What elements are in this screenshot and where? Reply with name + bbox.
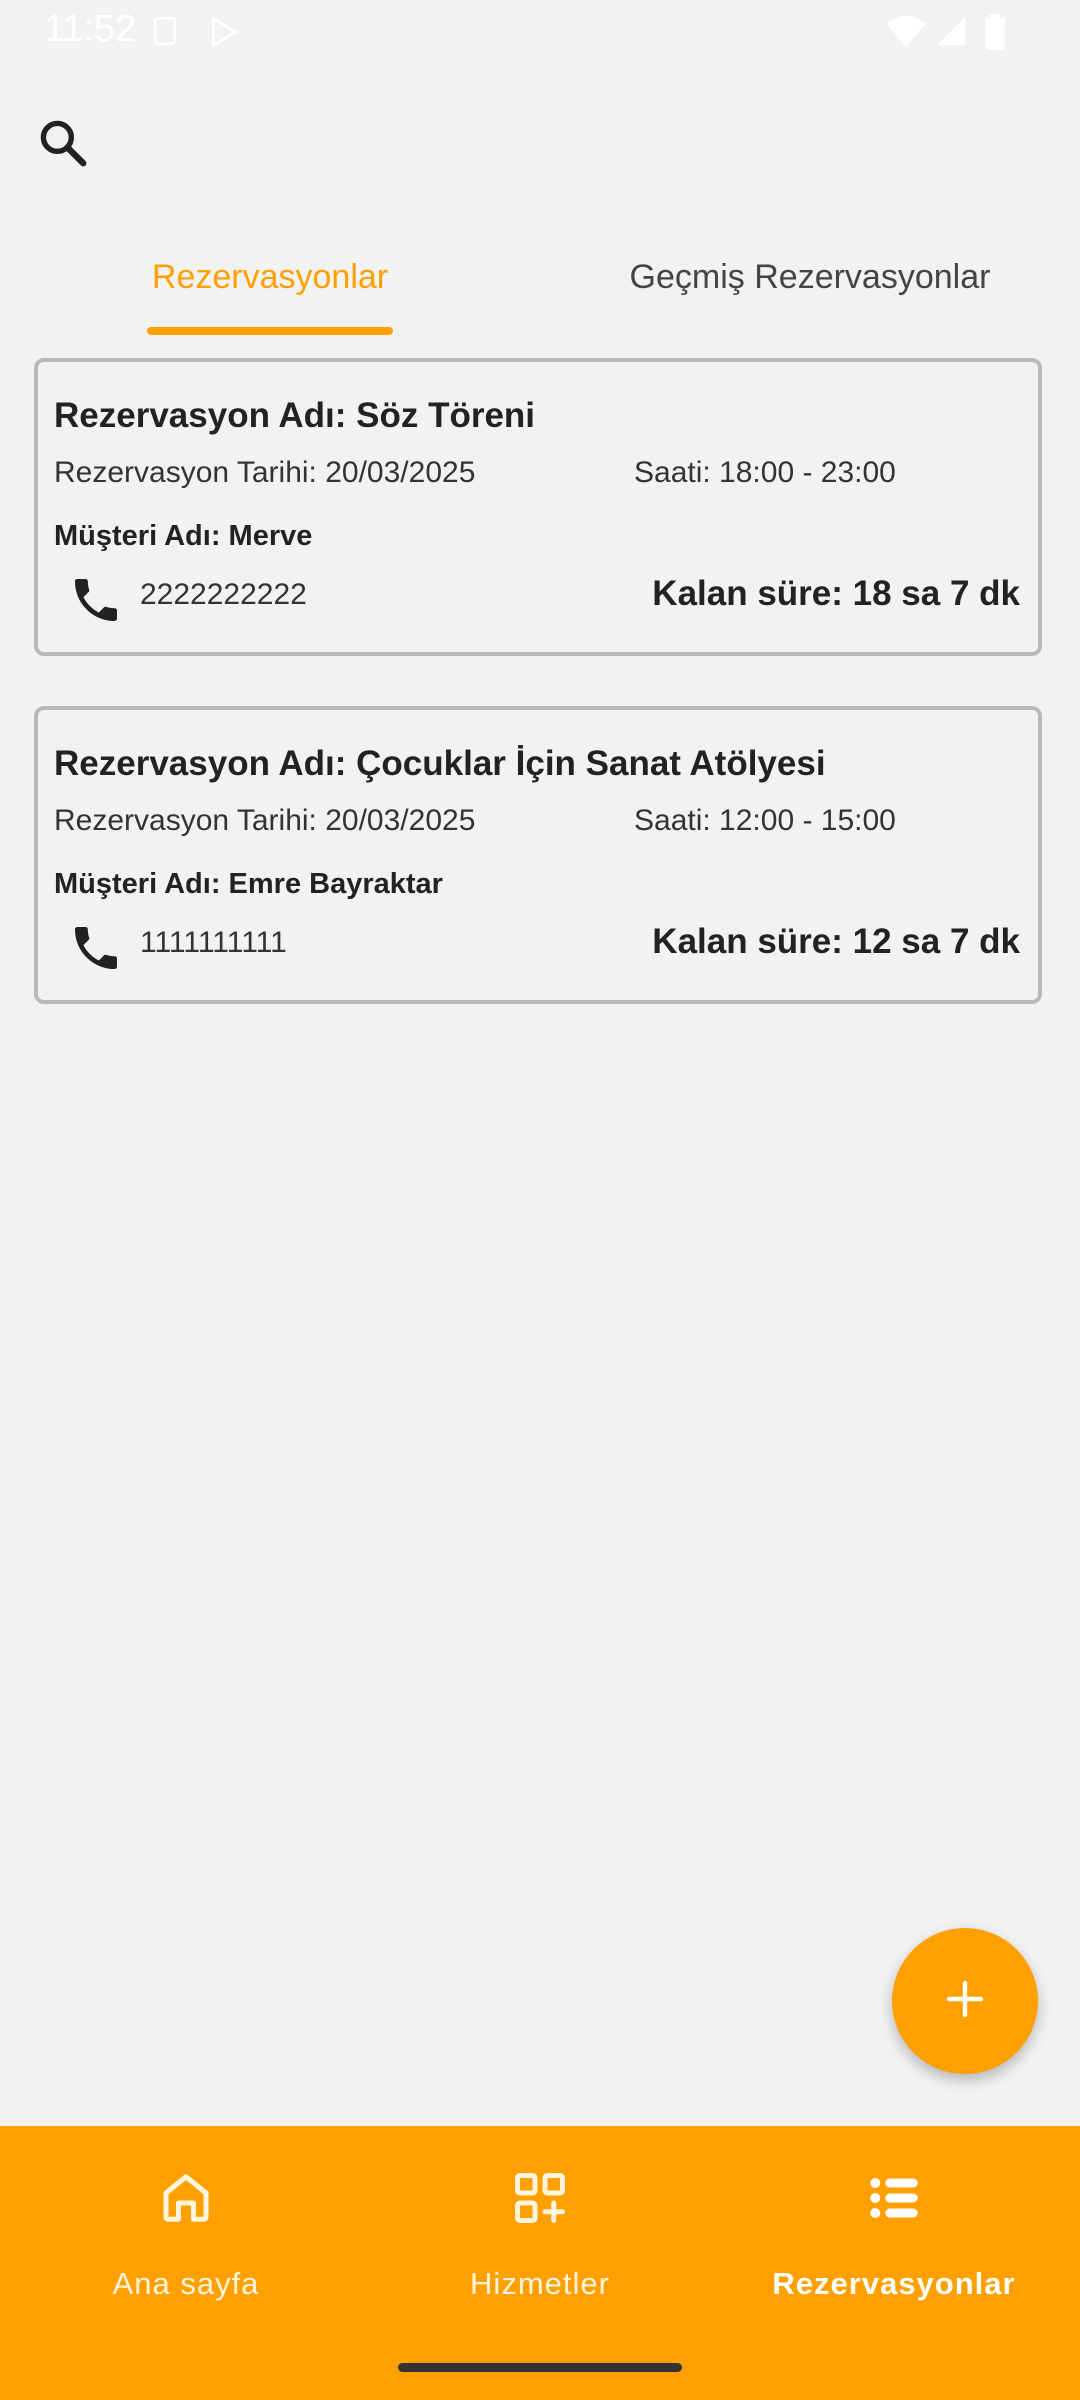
customer-phone[interactable]: 2222222222 [140,578,307,612]
customer-name: Müşteri Adı: Emre Bayraktar [54,868,443,900]
services-grid-icon [510,2168,570,2228]
status-time: 11:52 [44,8,137,50]
screenshot-icon [148,14,182,53]
add-reservation-button[interactable] [892,1928,1038,2074]
nav-item-rezervasyonlar[interactable]: Rezervasyonlar [714,2126,1074,2326]
reservation-date: Rezervasyon Tarihi: 20/03/2025 [54,456,476,489]
phone-icon[interactable] [68,572,124,628]
tab-active-indicator [147,327,393,335]
reservation-time: Saati: 12:00 - 15:00 [634,804,896,837]
reservations-screen: 11:52 Rezervasyonlar Geçmiş Rezervasyonl… [0,0,1080,2400]
reservation-time: Saati: 18:00 - 23:00 [634,456,896,489]
battery-icon [984,14,1006,55]
search-button[interactable] [30,112,96,178]
tab-rezervasyonlar[interactable]: Rezervasyonlar [60,242,480,312]
nav-label: Rezervasyonlar [772,2266,1016,2301]
reservation-title: Rezervasyon Adı: Çocuklar İçin Sanat Atö… [54,744,826,783]
reservation-date: Rezervasyon Tarihi: 20/03/2025 [54,804,476,837]
phone-icon[interactable] [68,920,124,976]
search-icon [36,116,90,175]
nav-item-ana-sayfa[interactable]: Ana sayfa [6,2126,366,2326]
nav-label: Hizmetler [470,2266,610,2301]
customer-phone[interactable]: 1111111111 [140,926,287,960]
plus-icon [941,1975,989,2028]
wifi-icon [886,14,926,55]
home-gesture-indicator[interactable] [398,2363,682,2372]
nav-label: Ana sayfa [112,2266,260,2301]
list-icon [864,2168,924,2228]
status-bar: 11:52 [0,0,1080,62]
reservation-title: Rezervasyon Adı: Söz Töreni [54,396,536,435]
bottom-navigation: Ana sayfa Hizmetler Rezervasyonlar [0,2126,1080,2400]
home-icon [156,2168,216,2228]
customer-name: Müşteri Adı: Merve [54,520,313,552]
nav-item-hizmetler[interactable]: Hizmetler [360,2126,720,2326]
remaining-time: Kalan süre: 18 sa 7 dk [652,574,1020,613]
tab-gecmis-rezervasyonlar[interactable]: Geçmiş Rezervasyonlar [560,242,1060,312]
reservation-card[interactable]: Rezervasyon Adı: Çocuklar İçin Sanat Atö… [34,706,1042,1004]
play-store-icon [206,14,242,55]
remaining-time: Kalan süre: 12 sa 7 dk [652,922,1020,961]
cellular-signal-icon [934,14,968,53]
reservation-card[interactable]: Rezervasyon Adı: Söz Töreni Rezervasyon … [34,358,1042,656]
